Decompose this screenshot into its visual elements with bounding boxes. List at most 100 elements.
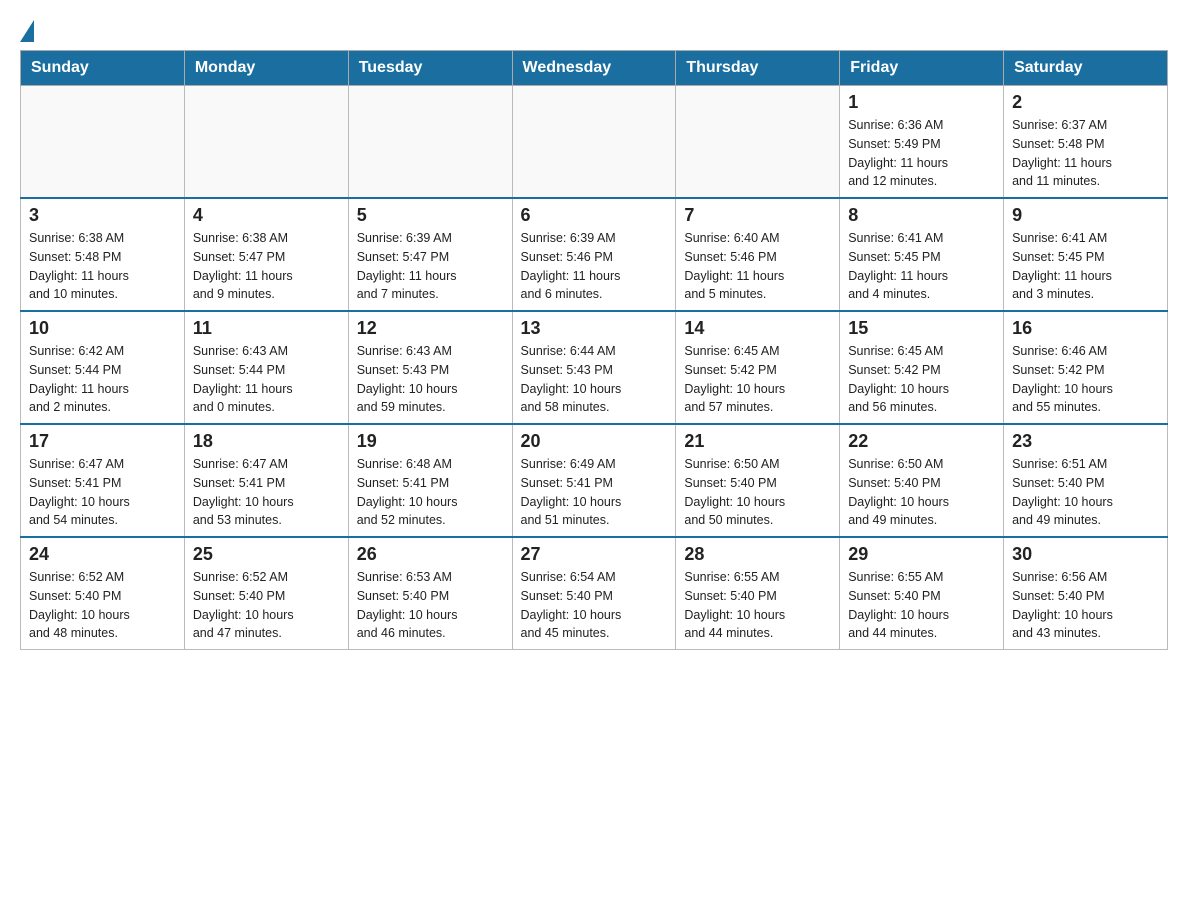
calendar-day-cell: 24 Sunrise: 6:52 AM Sunset: 5:40 PM Dayli…: [21, 537, 185, 650]
day-number: 17: [29, 431, 176, 452]
calendar-day-cell: 12 Sunrise: 6:43 AM Sunset: 5:43 PM Dayli…: [348, 311, 512, 424]
day-info: Sunrise: 6:38 AM Sunset: 5:48 PM Dayligh…: [29, 229, 176, 304]
calendar-day-cell: [21, 86, 185, 199]
calendar-day-cell: 1 Sunrise: 6:36 AM Sunset: 5:49 PM Daylig…: [840, 86, 1004, 199]
day-number: 20: [521, 431, 668, 452]
day-info: Sunrise: 6:46 AM Sunset: 5:42 PM Dayligh…: [1012, 342, 1159, 417]
weekday-header-wednesday: Wednesday: [512, 51, 676, 86]
day-info: Sunrise: 6:43 AM Sunset: 5:43 PM Dayligh…: [357, 342, 504, 417]
day-number: 8: [848, 205, 995, 226]
day-info: Sunrise: 6:39 AM Sunset: 5:46 PM Dayligh…: [521, 229, 668, 304]
calendar-day-cell: 18Sunrise: 6:47 AM Sunset: 5:41 PM Dayli…: [184, 424, 348, 537]
weekday-header-thursday: Thursday: [676, 51, 840, 86]
day-number: 14: [684, 318, 831, 339]
calendar-week-row: 1 Sunrise: 6:36 AM Sunset: 5:49 PM Daylig…: [21, 86, 1168, 199]
day-number: 26: [357, 544, 504, 565]
calendar-day-cell: 22 Sunrise: 6:50 AM Sunset: 5:40 PM Dayli…: [840, 424, 1004, 537]
day-info: Sunrise: 6:49 AM Sunset: 5:41 PM Dayligh…: [521, 455, 668, 530]
calendar-day-cell: 19 Sunrise: 6:48 AM Sunset: 5:41 PM Dayli…: [348, 424, 512, 537]
day-info: Sunrise: 6:37 AM Sunset: 5:48 PM Dayligh…: [1012, 116, 1159, 191]
day-info: Sunrise: 6:41 AM Sunset: 5:45 PM Dayligh…: [1012, 229, 1159, 304]
day-info: Sunrise: 6:56 AM Sunset: 5:40 PM Dayligh…: [1012, 568, 1159, 643]
calendar-day-cell: 6 Sunrise: 6:39 AM Sunset: 5:46 PM Daylig…: [512, 198, 676, 311]
weekday-header-friday: Friday: [840, 51, 1004, 86]
calendar-day-cell: 11 Sunrise: 6:43 AM Sunset: 5:44 PM Dayli…: [184, 311, 348, 424]
day-info: Sunrise: 6:38 AM Sunset: 5:47 PM Dayligh…: [193, 229, 340, 304]
day-info: Sunrise: 6:45 AM Sunset: 5:42 PM Dayligh…: [848, 342, 995, 417]
day-info: Sunrise: 6:52 AM Sunset: 5:40 PM Dayligh…: [29, 568, 176, 643]
day-number: 6: [521, 205, 668, 226]
day-info: Sunrise: 6:40 AM Sunset: 5:46 PM Dayligh…: [684, 229, 831, 304]
day-number: 1: [848, 92, 995, 113]
day-number: 29: [848, 544, 995, 565]
calendar-day-cell: 13 Sunrise: 6:44 AM Sunset: 5:43 PM Dayli…: [512, 311, 676, 424]
calendar-week-row: 3Sunrise: 6:38 AM Sunset: 5:48 PM Daylig…: [21, 198, 1168, 311]
day-number: 10: [29, 318, 176, 339]
calendar-day-cell: 27 Sunrise: 6:54 AM Sunset: 5:40 PM Dayli…: [512, 537, 676, 650]
calendar-day-cell: 21Sunrise: 6:50 AM Sunset: 5:40 PM Dayli…: [676, 424, 840, 537]
day-number: 13: [521, 318, 668, 339]
calendar-day-cell: 10Sunrise: 6:42 AM Sunset: 5:44 PM Dayli…: [21, 311, 185, 424]
day-info: Sunrise: 6:43 AM Sunset: 5:44 PM Dayligh…: [193, 342, 340, 417]
calendar-day-cell: 20 Sunrise: 6:49 AM Sunset: 5:41 PM Dayli…: [512, 424, 676, 537]
day-info: Sunrise: 6:36 AM Sunset: 5:49 PM Dayligh…: [848, 116, 995, 191]
calendar-day-cell: 4Sunrise: 6:38 AM Sunset: 5:47 PM Daylig…: [184, 198, 348, 311]
day-info: Sunrise: 6:41 AM Sunset: 5:45 PM Dayligh…: [848, 229, 995, 304]
calendar-day-cell: 28 Sunrise: 6:55 AM Sunset: 5:40 PM Dayli…: [676, 537, 840, 650]
day-number: 25: [193, 544, 340, 565]
day-info: Sunrise: 6:52 AM Sunset: 5:40 PM Dayligh…: [193, 568, 340, 643]
calendar-day-cell: 26 Sunrise: 6:53 AM Sunset: 5:40 PM Dayli…: [348, 537, 512, 650]
day-info: Sunrise: 6:44 AM Sunset: 5:43 PM Dayligh…: [521, 342, 668, 417]
day-number: 5: [357, 205, 504, 226]
day-info: Sunrise: 6:55 AM Sunset: 5:40 PM Dayligh…: [684, 568, 831, 643]
day-info: Sunrise: 6:50 AM Sunset: 5:40 PM Dayligh…: [684, 455, 831, 530]
day-info: Sunrise: 6:54 AM Sunset: 5:40 PM Dayligh…: [521, 568, 668, 643]
day-number: 28: [684, 544, 831, 565]
calendar-week-row: 17Sunrise: 6:47 AM Sunset: 5:41 PM Dayli…: [21, 424, 1168, 537]
day-number: 19: [357, 431, 504, 452]
day-number: 2: [1012, 92, 1159, 113]
calendar-header-row: SundayMondayTuesdayWednesdayThursdayFrid…: [21, 51, 1168, 86]
calendar-day-cell: 2 Sunrise: 6:37 AM Sunset: 5:48 PM Daylig…: [1004, 86, 1168, 199]
calendar-day-cell: 9 Sunrise: 6:41 AM Sunset: 5:45 PM Daylig…: [1004, 198, 1168, 311]
weekday-header-saturday: Saturday: [1004, 51, 1168, 86]
calendar-day-cell: 7Sunrise: 6:40 AM Sunset: 5:46 PM Daylig…: [676, 198, 840, 311]
day-info: Sunrise: 6:51 AM Sunset: 5:40 PM Dayligh…: [1012, 455, 1159, 530]
calendar-day-cell: 5Sunrise: 6:39 AM Sunset: 5:47 PM Daylig…: [348, 198, 512, 311]
calendar-day-cell: [184, 86, 348, 199]
day-info: Sunrise: 6:55 AM Sunset: 5:40 PM Dayligh…: [848, 568, 995, 643]
calendar-day-cell: [348, 86, 512, 199]
day-number: 18: [193, 431, 340, 452]
day-info: Sunrise: 6:48 AM Sunset: 5:41 PM Dayligh…: [357, 455, 504, 530]
day-number: 23: [1012, 431, 1159, 452]
calendar-day-cell: [512, 86, 676, 199]
logo: [20, 20, 34, 40]
calendar-table: SundayMondayTuesdayWednesdayThursdayFrid…: [20, 50, 1168, 650]
day-number: 16: [1012, 318, 1159, 339]
day-number: 12: [357, 318, 504, 339]
calendar-day-cell: 25 Sunrise: 6:52 AM Sunset: 5:40 PM Dayli…: [184, 537, 348, 650]
calendar-day-cell: 17Sunrise: 6:47 AM Sunset: 5:41 PM Dayli…: [21, 424, 185, 537]
day-number: 22: [848, 431, 995, 452]
page-header: [20, 20, 1168, 40]
calendar-week-row: 10Sunrise: 6:42 AM Sunset: 5:44 PM Dayli…: [21, 311, 1168, 424]
weekday-header-sunday: Sunday: [21, 51, 185, 86]
day-number: 27: [521, 544, 668, 565]
calendar-day-cell: 14 Sunrise: 6:45 AM Sunset: 5:42 PM Dayli…: [676, 311, 840, 424]
calendar-week-row: 24 Sunrise: 6:52 AM Sunset: 5:40 PM Dayli…: [21, 537, 1168, 650]
calendar-day-cell: 15 Sunrise: 6:45 AM Sunset: 5:42 PM Dayli…: [840, 311, 1004, 424]
day-info: Sunrise: 6:50 AM Sunset: 5:40 PM Dayligh…: [848, 455, 995, 530]
day-number: 11: [193, 318, 340, 339]
calendar-day-cell: 8 Sunrise: 6:41 AM Sunset: 5:45 PM Daylig…: [840, 198, 1004, 311]
calendar-day-cell: 3Sunrise: 6:38 AM Sunset: 5:48 PM Daylig…: [21, 198, 185, 311]
calendar-day-cell: 23 Sunrise: 6:51 AM Sunset: 5:40 PM Dayli…: [1004, 424, 1168, 537]
day-info: Sunrise: 6:45 AM Sunset: 5:42 PM Dayligh…: [684, 342, 831, 417]
logo-triangle-icon: [20, 20, 34, 42]
day-number: 15: [848, 318, 995, 339]
day-number: 24: [29, 544, 176, 565]
day-number: 9: [1012, 205, 1159, 226]
day-number: 30: [1012, 544, 1159, 565]
calendar-day-cell: 30 Sunrise: 6:56 AM Sunset: 5:40 PM Dayli…: [1004, 537, 1168, 650]
day-info: Sunrise: 6:53 AM Sunset: 5:40 PM Dayligh…: [357, 568, 504, 643]
weekday-header-monday: Monday: [184, 51, 348, 86]
